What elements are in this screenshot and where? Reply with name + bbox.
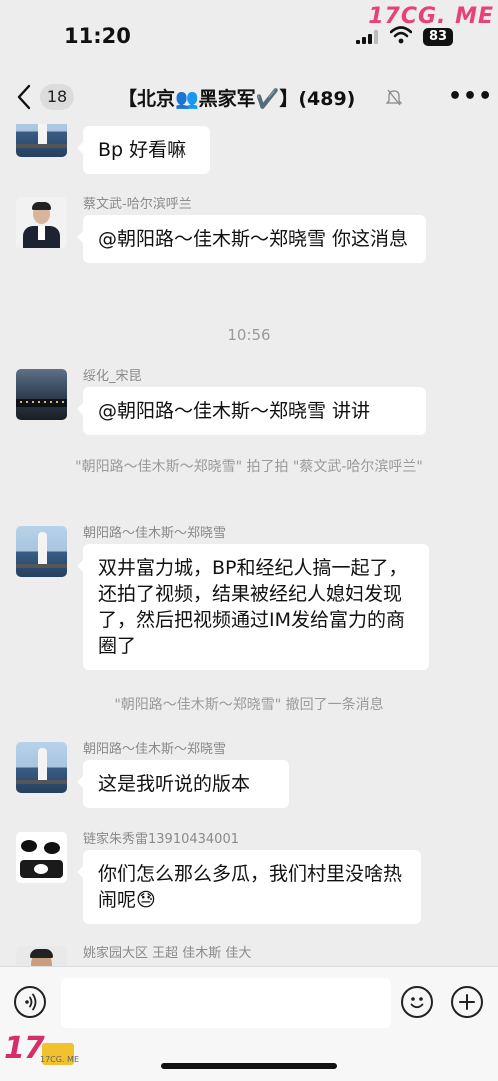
mute-bell-icon (386, 89, 402, 106)
message-bubble[interactable]: Bp 好看嘛 (77, 126, 210, 174)
message-bubble[interactable]: 你们怎么那么多瓜，我们村里没啥热闹呢😓 (77, 850, 421, 924)
timestamp-divider: 10:56 (227, 326, 271, 344)
message-input[interactable] (61, 978, 391, 1028)
sender-name: 朝阳路～佳木斯～郑晓雪 (83, 526, 227, 541)
avatar[interactable] (16, 369, 67, 420)
home-indicator[interactable] (161, 1063, 337, 1069)
group-chat-title[interactable]: 【北京👥黑家军✔️】(489) (118, 84, 355, 111)
more-functions-button[interactable] (451, 986, 483, 1018)
more-options-icon[interactable]: ••• (448, 84, 493, 109)
system-notice-pat: "朝阳路～佳木斯～郑晓雪" 拍了拍 "蔡文武-哈尔滨呼兰" (75, 459, 423, 475)
message-bubble[interactable]: 双井富力城，BP和经纪人搞一起了，还拍了视频，结果被经纪人媳妇发现了，然后把视频… (77, 544, 429, 670)
site-watermark: 17CG. ME (368, 4, 494, 29)
avatar[interactable] (16, 946, 67, 966)
avatar[interactable] (16, 742, 67, 793)
sender-name: 朝阳路～佳木斯～郑晓雪 (83, 742, 227, 757)
message-list[interactable]: Bp 好看嘛 蔡文武-哈尔滨呼兰 @朝阳路～佳木斯～郑晓雪 你这消息 10:56… (0, 124, 498, 966)
smiley-icon (410, 997, 424, 1009)
chevron-left-icon (17, 84, 31, 110)
voice-input-button[interactable] (14, 986, 46, 1018)
watermark-site-text: 17CG. ME (40, 1055, 80, 1064)
input-toolbar: 17 17CG. ME (0, 966, 498, 1081)
message-bubble[interactable]: 这是我听说的版本 (77, 760, 289, 808)
sender-name: 蔡文武-哈尔滨呼兰 (83, 197, 192, 212)
avatar[interactable] (16, 124, 67, 157)
watermark-brand-text: 17 (4, 1031, 45, 1066)
avatar[interactable] (16, 832, 67, 883)
chat-header: 18 【北京👥黑家军✔️】(489) ••• (0, 70, 498, 124)
back-button[interactable]: 18 (16, 82, 78, 112)
emoji-button[interactable] (401, 986, 433, 1018)
message-bubble[interactable]: @朝阳路～佳木斯～郑晓雪 讲讲 (77, 387, 426, 435)
avatar[interactable] (16, 197, 67, 248)
unread-count-badge: 18 (40, 84, 74, 110)
status-time: 11:20 (64, 24, 131, 48)
sender-name: 姚家园大区 王超 佳木斯 佳大 (83, 946, 252, 961)
sender-name: 绥化_宋昆 (83, 369, 142, 384)
brand-watermark: 17 17CG. ME (4, 1031, 79, 1066)
avatar[interactable] (16, 526, 67, 577)
status-bar: 11:20 83 17CG. ME (0, 0, 498, 70)
battery-indicator: 83 (423, 28, 453, 46)
sender-name: 链家朱秀雷13910434001 (83, 832, 239, 847)
system-notice-recall: "朝阳路～佳木斯～郑晓雪" 撤回了一条消息 (114, 697, 384, 713)
cellular-signal-icon (356, 30, 378, 44)
voice-wave-icon (25, 993, 37, 1011)
message-bubble[interactable]: @朝阳路～佳木斯～郑晓雪 你这消息 (77, 215, 426, 263)
plus-icon (459, 994, 475, 1010)
